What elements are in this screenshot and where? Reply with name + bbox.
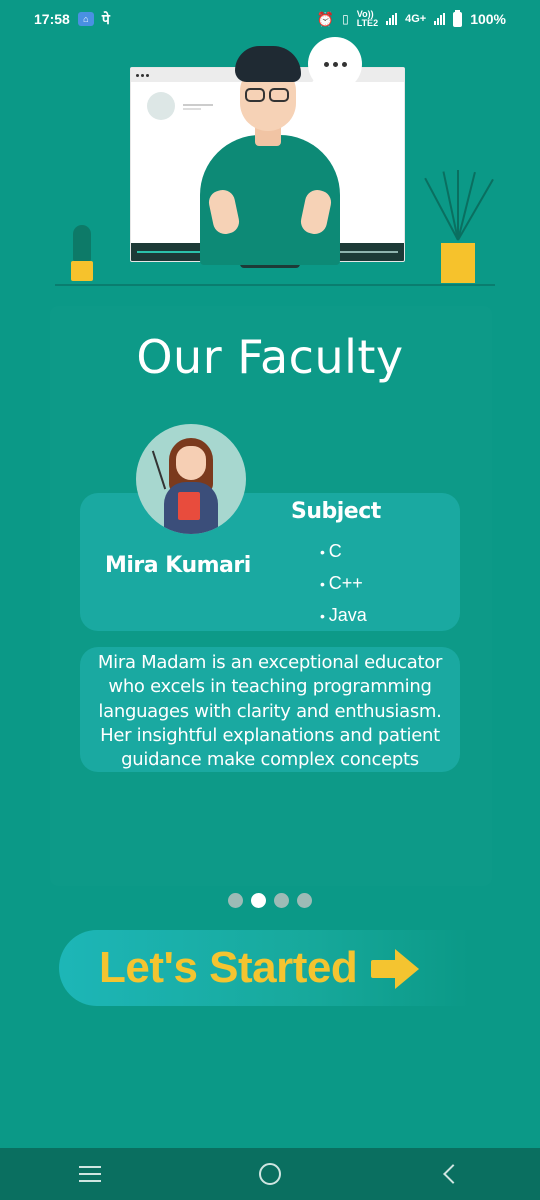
signal-icon xyxy=(386,13,398,25)
battery-percent: 100% xyxy=(470,11,506,27)
app-glyph: पे xyxy=(101,10,110,27)
subject-item: Java xyxy=(320,604,367,636)
page-dot[interactable] xyxy=(297,893,312,908)
volte-indicator: Vo)) LTE2 xyxy=(356,9,379,28)
status-right: ⏰ ▯ Vo)) LTE2 4G+ 100% xyxy=(316,9,506,28)
home-icon xyxy=(259,1163,281,1185)
status-time: 17:58 xyxy=(34,11,70,27)
subject-heading: Subject xyxy=(291,499,381,524)
status-left: 17:58 ⌂ पे xyxy=(34,10,110,29)
back-button[interactable] xyxy=(420,1148,480,1200)
lets-start-label: Let's Started xyxy=(99,943,358,992)
teacher-hair xyxy=(235,46,301,82)
lets-start-button[interactable]: Let's Started xyxy=(59,930,469,1006)
vibrate-icon: ▯ xyxy=(342,12,349,26)
mini-avatar-illustration xyxy=(147,92,175,120)
pointer-stick-icon xyxy=(151,450,167,490)
faculty-avatar xyxy=(136,424,246,534)
page-dot-active[interactable] xyxy=(251,893,266,908)
faculty-name: Mira Kumari xyxy=(105,553,251,578)
teacher-glasses xyxy=(245,88,291,102)
cactus-icon xyxy=(67,225,97,285)
faculty-description: Mira Madam is an exceptional educator wh… xyxy=(80,647,460,772)
recent-apps-button[interactable] xyxy=(60,1148,120,1200)
page-indicator xyxy=(228,893,312,908)
page-dot[interactable] xyxy=(274,893,289,908)
signal-icon-2 xyxy=(434,13,446,25)
network-type: 4G+ xyxy=(405,12,427,25)
page-dot[interactable] xyxy=(228,893,243,908)
faculty-description-text: Mira Madam is an exceptional educator wh… xyxy=(97,652,443,771)
page-title: Our Faculty xyxy=(136,330,404,384)
back-icon xyxy=(443,1164,463,1184)
alarm-icon: ⏰ xyxy=(316,10,335,27)
status-bar: 17:58 ⌂ पे ⏰ ▯ Vo)) LTE2 4G+ 100% xyxy=(0,0,540,38)
subject-item: C++ xyxy=(320,572,367,604)
system-nav-bar xyxy=(0,1148,540,1200)
battery-icon xyxy=(453,9,463,27)
app-notification-icon: ⌂ xyxy=(77,12,94,26)
menu-icon xyxy=(79,1166,101,1182)
book-icon xyxy=(178,492,200,520)
hero-illustration xyxy=(55,35,495,290)
potted-plant-icon xyxy=(424,170,494,285)
subject-item: C xyxy=(320,540,367,572)
subject-list: C C++ Java xyxy=(320,540,367,636)
home-button[interactable] xyxy=(240,1148,300,1200)
speech-bubble-icon xyxy=(308,37,362,91)
arrow-right-icon xyxy=(371,949,421,989)
